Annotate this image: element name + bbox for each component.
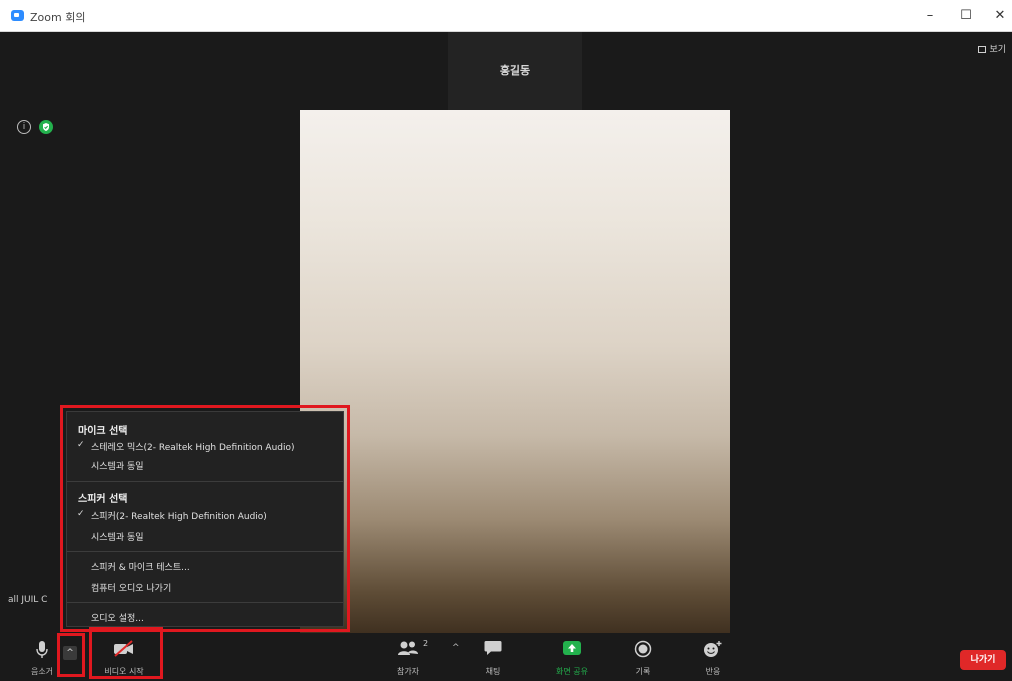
mute-label: 음소거 xyxy=(30,667,54,676)
video-off-icon xyxy=(114,640,133,657)
mic-option-system-default[interactable]: 시스템과 동일 xyxy=(91,459,144,472)
share-screen-button[interactable]: 화면 공유 xyxy=(544,633,600,681)
reactions-label: 반응 xyxy=(705,667,721,676)
microphone-icon xyxy=(36,641,48,658)
participants-label: 참가자 xyxy=(396,667,420,676)
audio-settings-item[interactable]: 오디오 설정... xyxy=(91,611,144,624)
close-button[interactable]: ✕ xyxy=(988,6,1012,26)
maximize-button[interactable]: ☐ xyxy=(954,6,978,26)
mic-option-label: 스테레오 믹스(2- Realtek High Definition Audio… xyxy=(91,443,295,453)
reactions-icon xyxy=(704,641,722,657)
leave-computer-audio-item[interactable]: 컴퓨터 오디오 나가기 xyxy=(91,581,171,594)
speaker-section-title: 스피커 선택 xyxy=(78,494,128,505)
reactions-button[interactable]: 반응 xyxy=(698,633,728,681)
view-button[interactable]: 보기 xyxy=(978,42,1006,55)
speaker-mic-test-item[interactable]: 스피커 & 마이크 테스트... xyxy=(91,560,190,573)
view-label: 보기 xyxy=(989,45,1006,55)
participants-icon xyxy=(398,641,418,655)
chat-label: 채팅 xyxy=(485,667,501,676)
speaker-option-system-default[interactable]: 시스템과 동일 xyxy=(91,530,144,543)
meeting-toolbar: 음소거 ^ 비디오 시작 참가자 2 ^ 채팅 화면 공유 기록 반응 나가기 xyxy=(0,633,1012,681)
menu-divider xyxy=(67,602,343,603)
share-screen-icon xyxy=(563,641,581,655)
participant-name: 홍길동 xyxy=(499,64,531,77)
speaker-option-label: 스피커(2- Realtek High Definition Audio) xyxy=(91,512,267,522)
active-speaker-tab: 홍길동 xyxy=(448,32,582,110)
record-icon xyxy=(634,640,652,658)
mic-section-title: 마이크 선택 xyxy=(78,426,128,437)
record-button[interactable]: 기록 xyxy=(628,633,658,681)
info-icon[interactable]: i xyxy=(17,120,31,134)
chat-icon xyxy=(484,641,502,655)
mute-button[interactable]: 음소거 xyxy=(22,633,62,681)
participants-caret[interactable]: ^ xyxy=(452,643,460,653)
chat-button[interactable]: 채팅 xyxy=(477,633,509,681)
audio-options-caret[interactable]: ^ xyxy=(63,646,77,660)
zoom-logo-icon xyxy=(11,10,24,21)
menu-divider xyxy=(67,481,343,482)
mic-option-stereo-mix[interactable]: ✓ 스테레오 믹스(2- Realtek High Definition Aud… xyxy=(77,440,295,453)
window-title: Zoom 회의 xyxy=(30,11,86,24)
grid-view-icon xyxy=(978,46,987,53)
start-video-label: 비디오 시작 xyxy=(104,667,144,676)
check-icon: ✓ xyxy=(77,440,85,450)
signal-strength-label: all JUIL C xyxy=(8,595,48,605)
start-video-button[interactable]: 비디오 시작 xyxy=(92,633,156,681)
encryption-shield-icon[interactable] xyxy=(39,120,53,134)
check-icon: ✓ xyxy=(77,509,85,519)
leave-meeting-button[interactable]: 나가기 xyxy=(960,650,1006,670)
menu-divider xyxy=(67,551,343,552)
participants-count: 2 xyxy=(423,639,429,648)
share-screen-label: 화면 공유 xyxy=(556,667,588,676)
record-label: 기록 xyxy=(635,667,651,676)
participant-video xyxy=(300,110,730,635)
minimize-button[interactable]: – xyxy=(918,6,942,26)
speaker-option-realtek[interactable]: ✓ 스피커(2- Realtek High Definition Audio) xyxy=(77,509,267,522)
audio-options-menu: 마이크 선택 ✓ 스테레오 믹스(2- Realtek High Definit… xyxy=(66,411,344,627)
title-bar: Zoom 회의 – ☐ ✕ xyxy=(0,0,1012,32)
